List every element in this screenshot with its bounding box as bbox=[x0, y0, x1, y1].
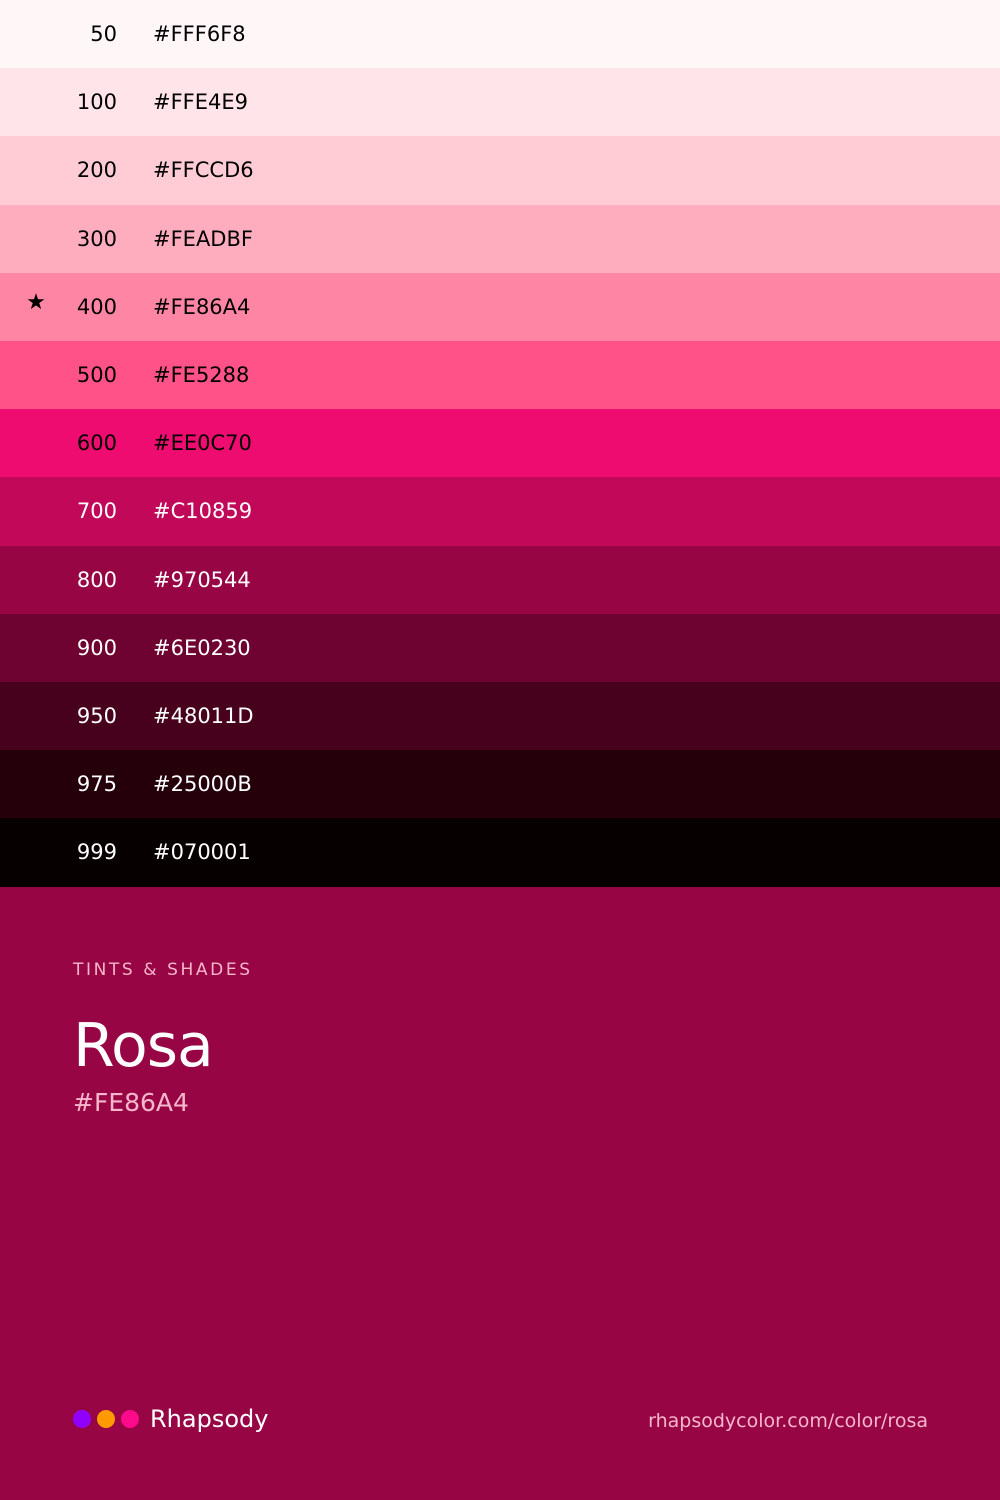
swatch-step: 500 bbox=[76, 363, 117, 387]
swatch-step: 600 bbox=[76, 431, 117, 456]
brand-dot bbox=[97, 1410, 115, 1428]
swatch-row: 700 #C10859 bbox=[0, 477, 1000, 546]
swatch-step: 999 bbox=[76, 840, 117, 865]
swatch-row: 50 #FFF6F8 bbox=[0, 0, 1000, 69]
swatch-step: 975 bbox=[76, 772, 117, 797]
swatch-row: 200 #FFCCD6 bbox=[0, 136, 1000, 205]
swatch-step: 950 bbox=[76, 704, 117, 728]
eyebrow-label: TINTS & SHADES bbox=[73, 960, 253, 980]
swatch-step: 900 bbox=[76, 635, 117, 660]
swatch-row: 975 #25000B bbox=[0, 750, 1000, 819]
swatch-row: 900 #6E0230 bbox=[0, 613, 1000, 682]
swatch-row: 800 #970544 bbox=[0, 545, 1000, 614]
swatch-hex: #25000B bbox=[153, 772, 252, 797]
swatch-hex: #FE5288 bbox=[153, 363, 250, 387]
footer: Rhapsody rhapsodycolor.com/color/rosa bbox=[73, 1400, 928, 1440]
brand-dot bbox=[121, 1410, 139, 1428]
swatch-row: 999 #070001 bbox=[0, 818, 1000, 887]
swatch-row: 300 #FEADBF bbox=[0, 204, 1000, 273]
swatch-row: 100 #FFE4E9 bbox=[0, 68, 1000, 137]
swatch-hex: #48011D bbox=[153, 704, 254, 728]
swatch-hex: #FFCCD6 bbox=[153, 158, 254, 183]
color-hex-value: #FE86A4 bbox=[73, 1088, 189, 1117]
brand-logo-dots bbox=[73, 1410, 143, 1428]
swatch-list: 50 #FFF6F8 100 #FFE4E9 200 #FFCCD6 300 #FEADBF ★… bbox=[0, 0, 1000, 887]
swatch-hex: #FFE4E9 bbox=[153, 90, 249, 115]
swatch-hex: #FFF6F8 bbox=[153, 22, 246, 46]
swatch-step: 700 bbox=[76, 499, 117, 524]
swatch-row: 500 #FE5288 bbox=[0, 341, 1000, 410]
swatch-hex: #6E0230 bbox=[153, 635, 251, 660]
swatch-row: 600 #EE0C70 bbox=[0, 409, 1000, 478]
color-name-title: Rosa bbox=[73, 1011, 214, 1081]
swatch-hex: #FEADBF bbox=[153, 226, 253, 251]
brand-dot bbox=[73, 1410, 91, 1428]
brand-name: Rhapsody bbox=[150, 1405, 269, 1433]
swatch-step: 200 bbox=[76, 158, 117, 183]
swatch-hex: #EE0C70 bbox=[153, 431, 252, 456]
swatch-step: 800 bbox=[76, 567, 117, 592]
swatch-step: 400 bbox=[76, 294, 117, 319]
swatch-step: 300 bbox=[76, 226, 117, 251]
swatch-hex: #C10859 bbox=[153, 499, 253, 524]
swatch-step: 50 bbox=[90, 22, 117, 46]
swatch-row: ★ 400 #FE86A4 bbox=[0, 272, 1000, 341]
swatch-step: 100 bbox=[76, 90, 117, 115]
swatch-hex: #070001 bbox=[153, 840, 251, 865]
swatch-hex: #970544 bbox=[153, 567, 251, 592]
swatch-row: 950 #48011D bbox=[0, 682, 1000, 751]
footer-url-link[interactable]: rhapsodycolor.com/color/rosa bbox=[648, 1408, 928, 1434]
swatch-hex: #FE86A4 bbox=[153, 294, 251, 319]
